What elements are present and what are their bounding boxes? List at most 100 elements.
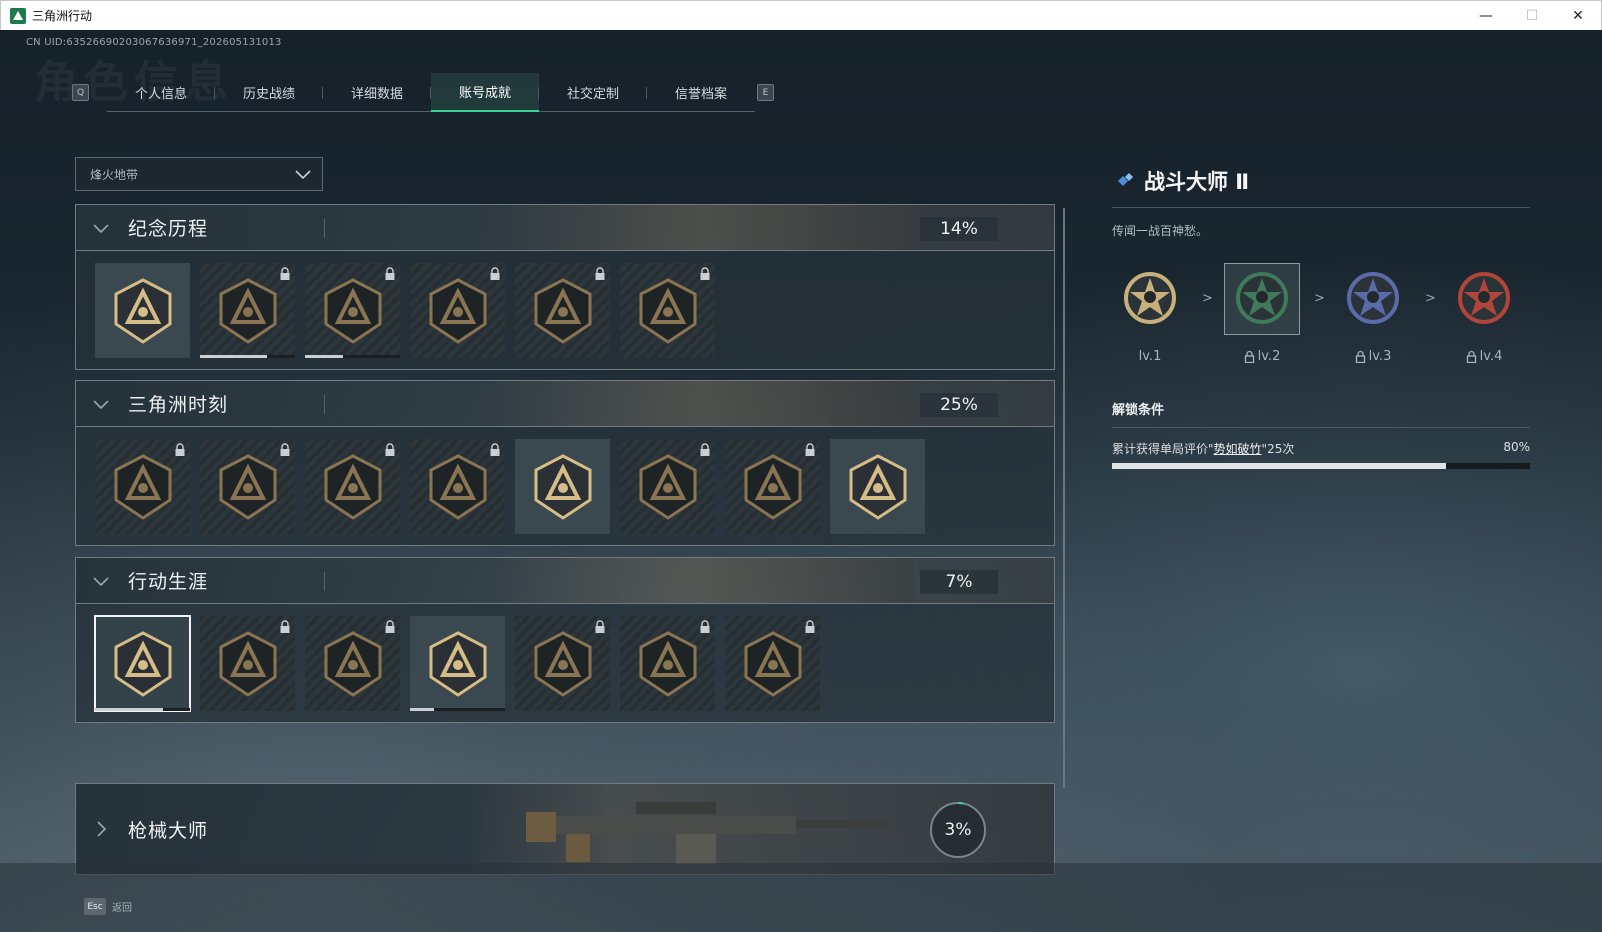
lock-icon bbox=[385, 267, 395, 280]
section-percent: 3% bbox=[944, 820, 972, 840]
back-hint[interactable]: Esc 返回 bbox=[84, 898, 132, 915]
level-frame bbox=[1446, 263, 1522, 335]
chevron-down-icon[interactable] bbox=[90, 393, 112, 415]
section-title: 三角洲时刻 bbox=[128, 394, 229, 416]
star-emblem-icon bbox=[1124, 272, 1176, 324]
emblem-graphic bbox=[324, 454, 382, 520]
chevron-down-icon[interactable] bbox=[90, 570, 112, 592]
winged-squad-emblem-icon[interactable] bbox=[620, 439, 715, 534]
fish-emblem-icon[interactable] bbox=[725, 439, 820, 534]
crosshair-skull-emblem-icon[interactable] bbox=[620, 616, 715, 711]
hooded-figure-emblem-icon[interactable] bbox=[515, 263, 610, 358]
ring-emblem-icon[interactable] bbox=[515, 616, 610, 711]
maximize-button[interactable]: ☐ bbox=[1509, 1, 1555, 31]
emblem-graphic bbox=[219, 454, 277, 520]
section-title: 枪械大师 bbox=[128, 819, 209, 842]
soldier-bust-emblem-icon[interactable] bbox=[200, 439, 295, 534]
tab-3[interactable]: 账号成就 bbox=[431, 73, 539, 112]
level-text: lv.3 bbox=[1368, 349, 1392, 364]
squad-emblem-icon[interactable] bbox=[515, 439, 610, 534]
emblem-graphic bbox=[114, 278, 172, 344]
star-emblem-icon bbox=[1458, 272, 1510, 324]
supply-box-emblem-icon[interactable] bbox=[95, 439, 190, 534]
section-header[interactable]: 纪念历程 14% bbox=[75, 204, 1055, 251]
tab-0[interactable]: 个人信息 bbox=[107, 73, 215, 112]
minimize-button[interactable]: — bbox=[1463, 1, 1509, 31]
badge-grid bbox=[75, 604, 1055, 723]
level-label: lv.4 bbox=[1446, 349, 1522, 364]
lock-icon bbox=[805, 620, 815, 633]
divider bbox=[324, 395, 325, 414]
chevron-right-icon[interactable] bbox=[90, 818, 112, 840]
app-logo-icon bbox=[10, 7, 26, 24]
chevron-down-icon bbox=[295, 170, 311, 180]
emblem-graphic bbox=[849, 454, 907, 520]
emblem-graphic bbox=[639, 278, 697, 344]
chevron-down-icon[interactable] bbox=[90, 217, 112, 239]
lock-icon bbox=[805, 443, 815, 456]
tab-2[interactable]: 详细数据 bbox=[323, 73, 431, 112]
tab-4[interactable]: 社交定制 bbox=[539, 73, 647, 112]
lock-icon bbox=[700, 267, 710, 280]
eye-emblem-icon[interactable] bbox=[725, 616, 820, 711]
emblem-graphic bbox=[534, 631, 592, 697]
mode-select[interactable]: 烽火地带 bbox=[75, 157, 323, 191]
level-text: lv.1 bbox=[1138, 349, 1162, 364]
list-scrollbar[interactable] bbox=[1063, 208, 1065, 788]
dagger-shield-emblem-icon[interactable] bbox=[305, 616, 400, 711]
badge-progress-fill bbox=[410, 708, 434, 711]
emblem-graphic bbox=[219, 278, 277, 344]
lock-icon bbox=[1355, 350, 1365, 363]
lock-icon bbox=[280, 267, 290, 280]
section-gun-master[interactable]: 枪械大师 3% bbox=[75, 783, 1055, 875]
crossed-blades-emblem-icon[interactable] bbox=[620, 263, 715, 358]
uid-label: CN UID:63526690203067636971_202605131013 bbox=[26, 37, 282, 48]
level-badge[interactable]: lv.1 bbox=[1112, 263, 1188, 364]
achievement-description: 传闻一战百神愁。 bbox=[1112, 224, 1209, 238]
emblem-graphic bbox=[639, 631, 697, 697]
lock-icon bbox=[280, 620, 290, 633]
emblem-graphic bbox=[534, 454, 592, 520]
rifle-illustration-icon bbox=[526, 802, 886, 864]
tab-5[interactable]: 信誉档案 bbox=[647, 73, 755, 112]
level-frame bbox=[1335, 263, 1411, 335]
level-frame bbox=[1224, 263, 1300, 335]
window-title: 三角洲行动 bbox=[32, 9, 93, 23]
globe-hands-emblem-icon[interactable] bbox=[410, 439, 505, 534]
operator-crest-emblem-icon[interactable] bbox=[410, 263, 505, 358]
emblem-graphic bbox=[324, 278, 382, 344]
triangle-shield-emblem-icon[interactable] bbox=[95, 263, 190, 358]
gem-shield-emblem-icon[interactable] bbox=[410, 616, 505, 711]
level-badge[interactable]: lv.3 bbox=[1335, 263, 1411, 364]
rose-diamond-emblem-icon[interactable] bbox=[830, 439, 925, 534]
level-badge[interactable]: lv.2 bbox=[1224, 263, 1300, 364]
level-badge[interactable]: lv.4 bbox=[1446, 263, 1522, 364]
lock-icon bbox=[595, 267, 605, 280]
tab-next-key-hint[interactable]: E bbox=[757, 84, 774, 101]
lock-icon bbox=[385, 443, 395, 456]
wing-chevron-emblem-icon[interactable] bbox=[200, 616, 295, 711]
kneeling-soldier-emblem-icon[interactable] bbox=[305, 439, 400, 534]
star-emblem-icon bbox=[1347, 272, 1399, 324]
star-skull-emblem-icon[interactable] bbox=[94, 615, 191, 712]
armored-shield-emblem-icon[interactable] bbox=[305, 263, 400, 358]
window-titlebar[interactable]: 三角洲行动 — ☐ ✕ bbox=[0, 0, 1602, 30]
lock-icon bbox=[490, 267, 500, 280]
tab-1[interactable]: 历史战绩 bbox=[215, 73, 323, 112]
level-frame bbox=[1112, 263, 1188, 335]
lock-icon bbox=[385, 620, 395, 633]
level-text: lv.4 bbox=[1479, 349, 1503, 364]
section-header[interactable]: 行动生涯 7% bbox=[75, 557, 1055, 604]
section-header[interactable]: 三角洲时刻 25% bbox=[75, 380, 1055, 427]
close-button[interactable]: ✕ bbox=[1555, 1, 1601, 31]
condition-progress-fill bbox=[1112, 463, 1447, 469]
emblem-graphic bbox=[324, 631, 382, 697]
lock-icon bbox=[1244, 350, 1254, 363]
condition-highlight-link[interactable]: 势如破竹 bbox=[1214, 442, 1262, 456]
mode-select-value: 烽火地带 bbox=[90, 167, 139, 182]
badge-progress-fill bbox=[305, 355, 343, 358]
badge-progress-fill bbox=[95, 708, 164, 711]
helicopter-emblem-icon[interactable] bbox=[200, 263, 295, 358]
tab-prev-key-hint[interactable]: Q bbox=[72, 84, 89, 101]
unlock-conditions-title: 解锁条件 bbox=[1112, 403, 1165, 418]
